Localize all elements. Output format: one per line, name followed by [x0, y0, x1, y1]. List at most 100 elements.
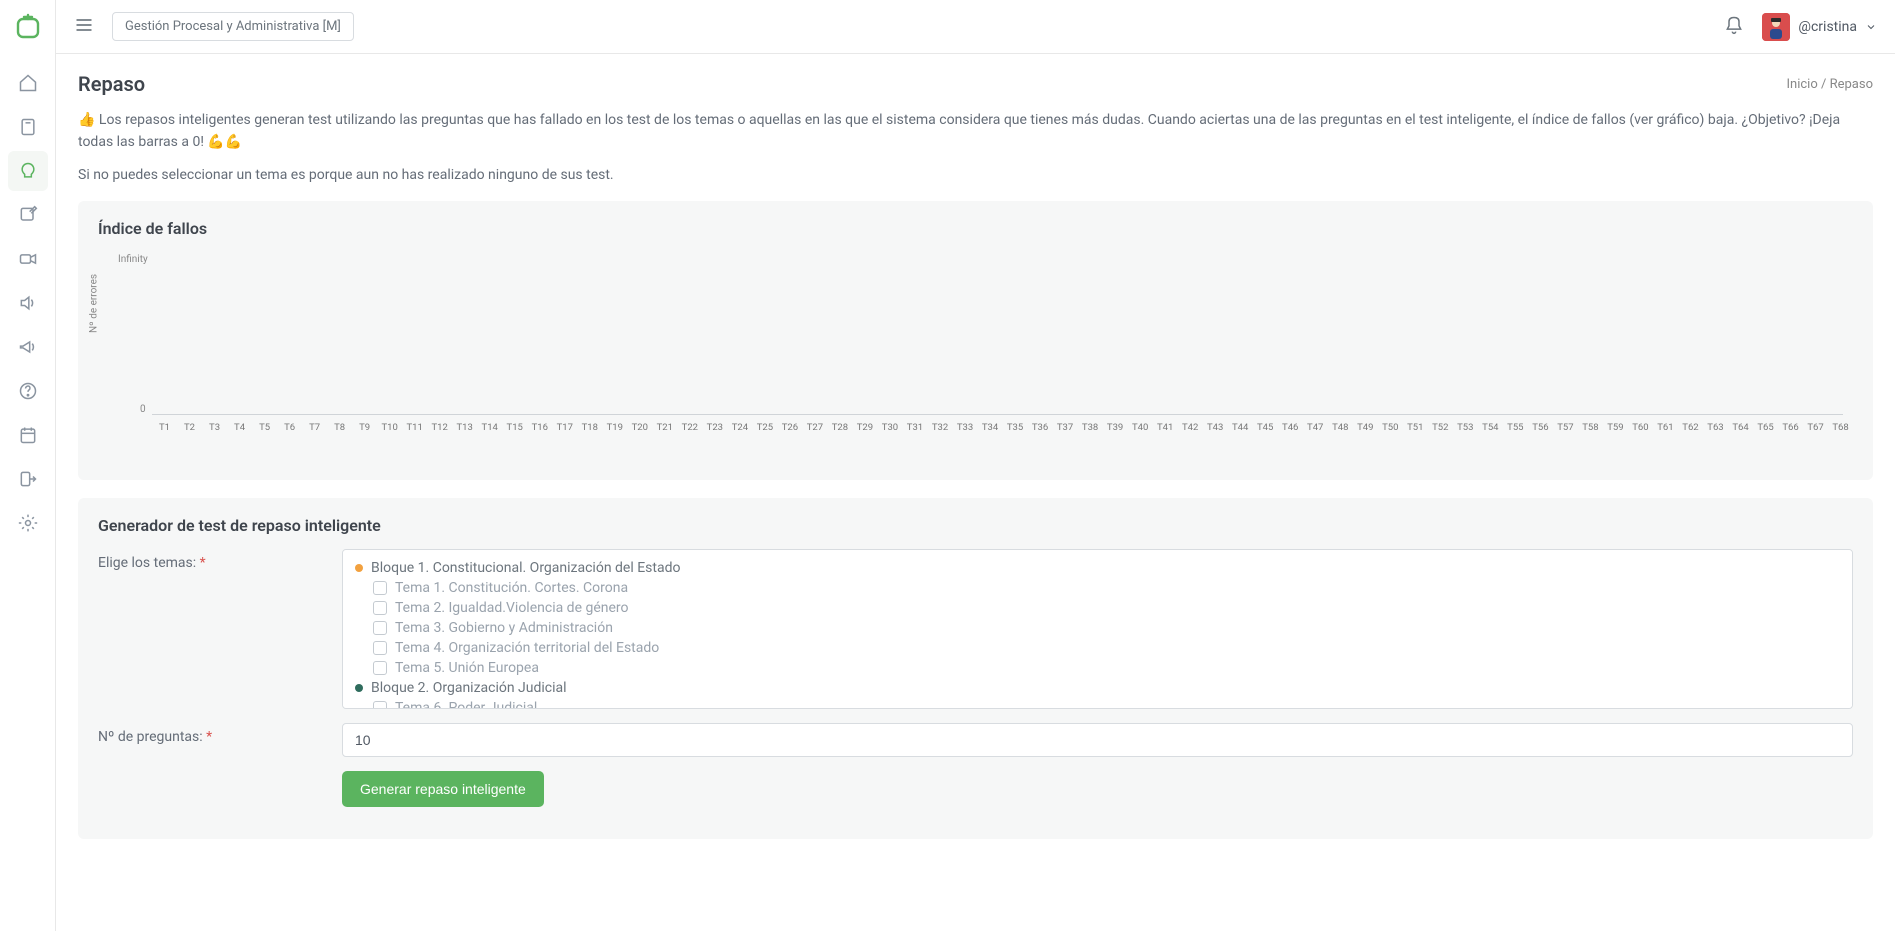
question-count-input[interactable] [342, 723, 1853, 757]
sidebar-item-edit[interactable] [8, 195, 48, 235]
topbar: Gestión Procesal y Administrativa [M] @c… [56, 0, 1895, 54]
generate-button[interactable]: Generar repaso inteligente [342, 771, 544, 807]
x-tick: T22 [677, 422, 702, 452]
x-tick: T16 [527, 422, 552, 452]
avatar [1762, 13, 1790, 41]
x-tick: T29 [852, 422, 877, 452]
checkbox-icon[interactable] [373, 661, 387, 675]
x-tick: T60 [1628, 422, 1653, 452]
x-tick: T12 [427, 422, 452, 452]
topic-item[interactable]: Tema 3. Gobierno y Administración [355, 618, 1840, 638]
x-tick: T61 [1653, 422, 1678, 452]
topic-item[interactable]: Tema 2. Igualdad.Violencia de género [355, 598, 1840, 618]
x-tick: T32 [927, 422, 952, 452]
x-tick: T2 [177, 422, 202, 452]
x-tick: T63 [1703, 422, 1728, 452]
x-tick: T35 [1003, 422, 1028, 452]
sidebar-item-help[interactable] [8, 371, 48, 411]
chevron-down-icon [1865, 21, 1877, 33]
checkbox-icon[interactable] [373, 701, 387, 709]
x-tick: T23 [702, 422, 727, 452]
intro-text: 👍 Los repasos inteligentes generan test … [78, 110, 1873, 153]
x-tick: T50 [1378, 422, 1403, 452]
block-header[interactable]: Bloque 2. Organización Judicial [355, 678, 1840, 698]
bell-icon[interactable] [1724, 15, 1744, 39]
x-tick: T48 [1328, 422, 1353, 452]
block-label: Bloque 1. Constitucional. Organización d… [371, 560, 680, 576]
block-label: Bloque 2. Organización Judicial [371, 680, 567, 696]
x-tick: T45 [1253, 422, 1278, 452]
breadcrumb: Inicio / Repaso [1787, 77, 1874, 92]
sidebar-item-calendar[interactable] [8, 415, 48, 455]
x-tick: T18 [577, 422, 602, 452]
x-tick: T21 [652, 422, 677, 452]
block-dot-icon [355, 564, 363, 572]
x-tick: T40 [1128, 422, 1153, 452]
x-tick: T64 [1728, 422, 1753, 452]
x-tick: T38 [1078, 422, 1103, 452]
topic-item[interactable]: Tema 6. Poder Judicial [355, 698, 1840, 709]
generator-title: Generador de test de repaso inteligente [98, 516, 1853, 535]
x-tick: T52 [1428, 422, 1453, 452]
sidebar-item-exit[interactable] [8, 459, 48, 499]
x-tick: T11 [402, 422, 427, 452]
app-logo[interactable] [14, 13, 42, 41]
sidebar-item-announce[interactable] [8, 327, 48, 367]
topic-label: Tema 6. Poder Judicial [395, 700, 537, 709]
x-tick: T39 [1103, 422, 1128, 452]
topic-label: Tema 2. Igualdad.Violencia de género [395, 600, 629, 616]
breadcrumb-current: Repaso [1830, 77, 1873, 92]
x-tick: T15 [502, 422, 527, 452]
topic-selector[interactable]: Bloque 1. Constitucional. Organización d… [342, 549, 1853, 709]
sidebar-item-home[interactable] [8, 63, 48, 103]
x-tick: T66 [1778, 422, 1803, 452]
x-tick: T44 [1228, 422, 1253, 452]
topic-item[interactable]: Tema 1. Constitución. Cortes. Corona [355, 578, 1840, 598]
x-tick: T19 [602, 422, 627, 452]
checkbox-icon[interactable] [373, 621, 387, 635]
topic-label: Tema 3. Gobierno y Administración [395, 620, 613, 636]
sidebar-item-review[interactable] [8, 151, 48, 191]
x-tick: T57 [1553, 422, 1578, 452]
generator-card: Generador de test de repaso inteligente … [78, 498, 1873, 839]
x-tick: T34 [978, 422, 1003, 452]
x-tick: T55 [1503, 422, 1528, 452]
breadcrumb-home[interactable]: Inicio [1787, 77, 1818, 92]
course-selector[interactable]: Gestión Procesal y Administrativa [M] [112, 12, 354, 41]
x-tick: T8 [327, 422, 352, 452]
x-axis: T1T2T3T4T5T6T7T8T9T10T11T12T13T14T15T16T… [152, 422, 1853, 452]
x-tick: T26 [777, 422, 802, 452]
x-tick: T27 [802, 422, 827, 452]
x-tick: T58 [1578, 422, 1603, 452]
checkbox-icon[interactable] [373, 641, 387, 655]
x-tick: T36 [1028, 422, 1053, 452]
block-header[interactable]: Bloque 1. Constitucional. Organización d… [355, 558, 1840, 578]
topic-item[interactable]: Tema 4. Organización territorial del Est… [355, 638, 1840, 658]
x-tick: T6 [277, 422, 302, 452]
x-tick: T9 [352, 422, 377, 452]
chart-area: Nº de errores Infinity 0 T1T2T3T4T5T6T7T… [98, 252, 1853, 462]
sidebar-item-audio[interactable] [8, 283, 48, 323]
menu-toggle[interactable] [74, 15, 94, 39]
checkbox-icon[interactable] [373, 581, 387, 595]
x-tick: T25 [752, 422, 777, 452]
x-tick: T13 [452, 422, 477, 452]
chart-card: Índice de fallos Nº de errores Infinity … [78, 201, 1873, 480]
sidebar-item-book[interactable] [8, 107, 48, 147]
x-tick: T1 [152, 422, 177, 452]
topic-label: Tema 5. Unión Europea [395, 660, 539, 676]
x-tick: T3 [202, 422, 227, 452]
x-tick: T47 [1303, 422, 1328, 452]
intro-text-2: Si no puedes seleccionar un tema es porq… [78, 167, 1873, 183]
checkbox-icon[interactable] [373, 601, 387, 615]
topic-item[interactable]: Tema 5. Unión Europea [355, 658, 1840, 678]
x-tick: T10 [377, 422, 402, 452]
sidebar-item-settings[interactable] [8, 503, 48, 543]
x-tick: T37 [1053, 422, 1078, 452]
user-menu[interactable]: @cristina [1762, 13, 1877, 41]
x-tick: T67 [1803, 422, 1828, 452]
x-tick: T56 [1528, 422, 1553, 452]
topic-label: Tema 4. Organización territorial del Est… [395, 640, 659, 656]
chart-title: Índice de fallos [98, 219, 1853, 238]
sidebar-item-video[interactable] [8, 239, 48, 279]
